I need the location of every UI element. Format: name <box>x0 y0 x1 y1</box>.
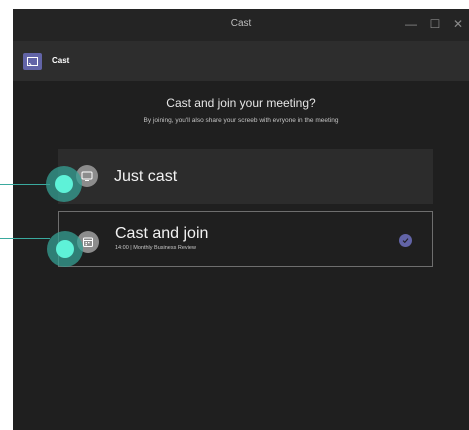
hotspot-line-cast <box>0 184 50 185</box>
close-button[interactable]: ✕ <box>450 15 466 33</box>
maximize-button[interactable]: ☐ <box>427 15 443 33</box>
hotspot-dot-join <box>56 240 74 258</box>
hotspot-marker-join <box>47 231 83 267</box>
app-title: Cast <box>52 56 70 65</box>
minimize-button[interactable]: — <box>403 15 419 33</box>
hotspot-line-join <box>0 238 50 239</box>
app-header: Cast <box>13 41 469 81</box>
page-title: Cast and join your meeting? <box>166 96 316 110</box>
hotspot-marker-cast <box>46 166 82 202</box>
title-bar: Cast — ☐ ✕ <box>13 9 469 41</box>
cast-and-join-label: Cast and join <box>115 225 209 242</box>
just-cast-option[interactable]: Just cast <box>58 149 433 204</box>
window-title: Cast <box>230 18 252 29</box>
cast-window: Cast — ☐ ✕ Cast Cast and join your meeti… <box>13 9 469 430</box>
just-cast-label: Just cast <box>114 168 178 185</box>
page-subtitle: By joining, you'll also share your scree… <box>143 117 339 124</box>
meeting-details: 14:00 | Monthly Business Review <box>115 245 196 251</box>
cast-and-join-option[interactable]: Cast and join 14:00 | Monthly Business R… <box>58 211 433 267</box>
cast-icon <box>23 53 42 70</box>
hotspot-dot-cast <box>55 175 73 193</box>
selected-check-icon <box>399 234 412 247</box>
